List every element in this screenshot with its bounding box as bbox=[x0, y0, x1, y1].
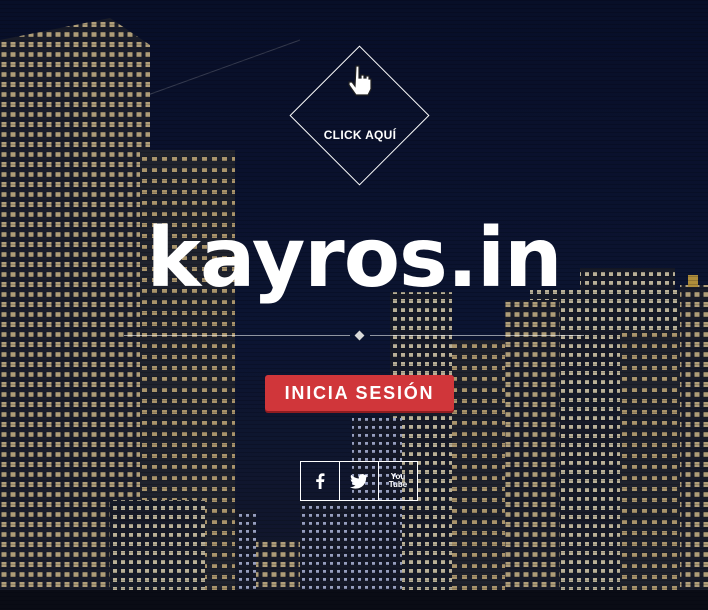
social-links: You Tube bbox=[300, 461, 418, 501]
facebook-link[interactable] bbox=[300, 461, 340, 501]
divider bbox=[124, 330, 584, 342]
twitter-link[interactable] bbox=[339, 461, 379, 501]
pointing-hand-icon bbox=[348, 65, 372, 96]
click-here-label: CLICK AQUÍ bbox=[323, 128, 397, 142]
facebook-icon bbox=[316, 473, 325, 489]
click-here-diamond-button[interactable]: CLICK AQUÍ bbox=[289, 45, 430, 186]
youtube-icon: You Tube bbox=[389, 473, 408, 489]
twitter-icon bbox=[350, 473, 368, 489]
youtube-link[interactable]: You Tube bbox=[378, 461, 418, 501]
site-logo: kayros.in bbox=[146, 211, 562, 306]
login-button[interactable]: INICIA SESIÓN bbox=[265, 375, 454, 411]
youtube-text-bottom: Tube bbox=[388, 480, 408, 489]
divider-gem-icon bbox=[354, 330, 365, 341]
